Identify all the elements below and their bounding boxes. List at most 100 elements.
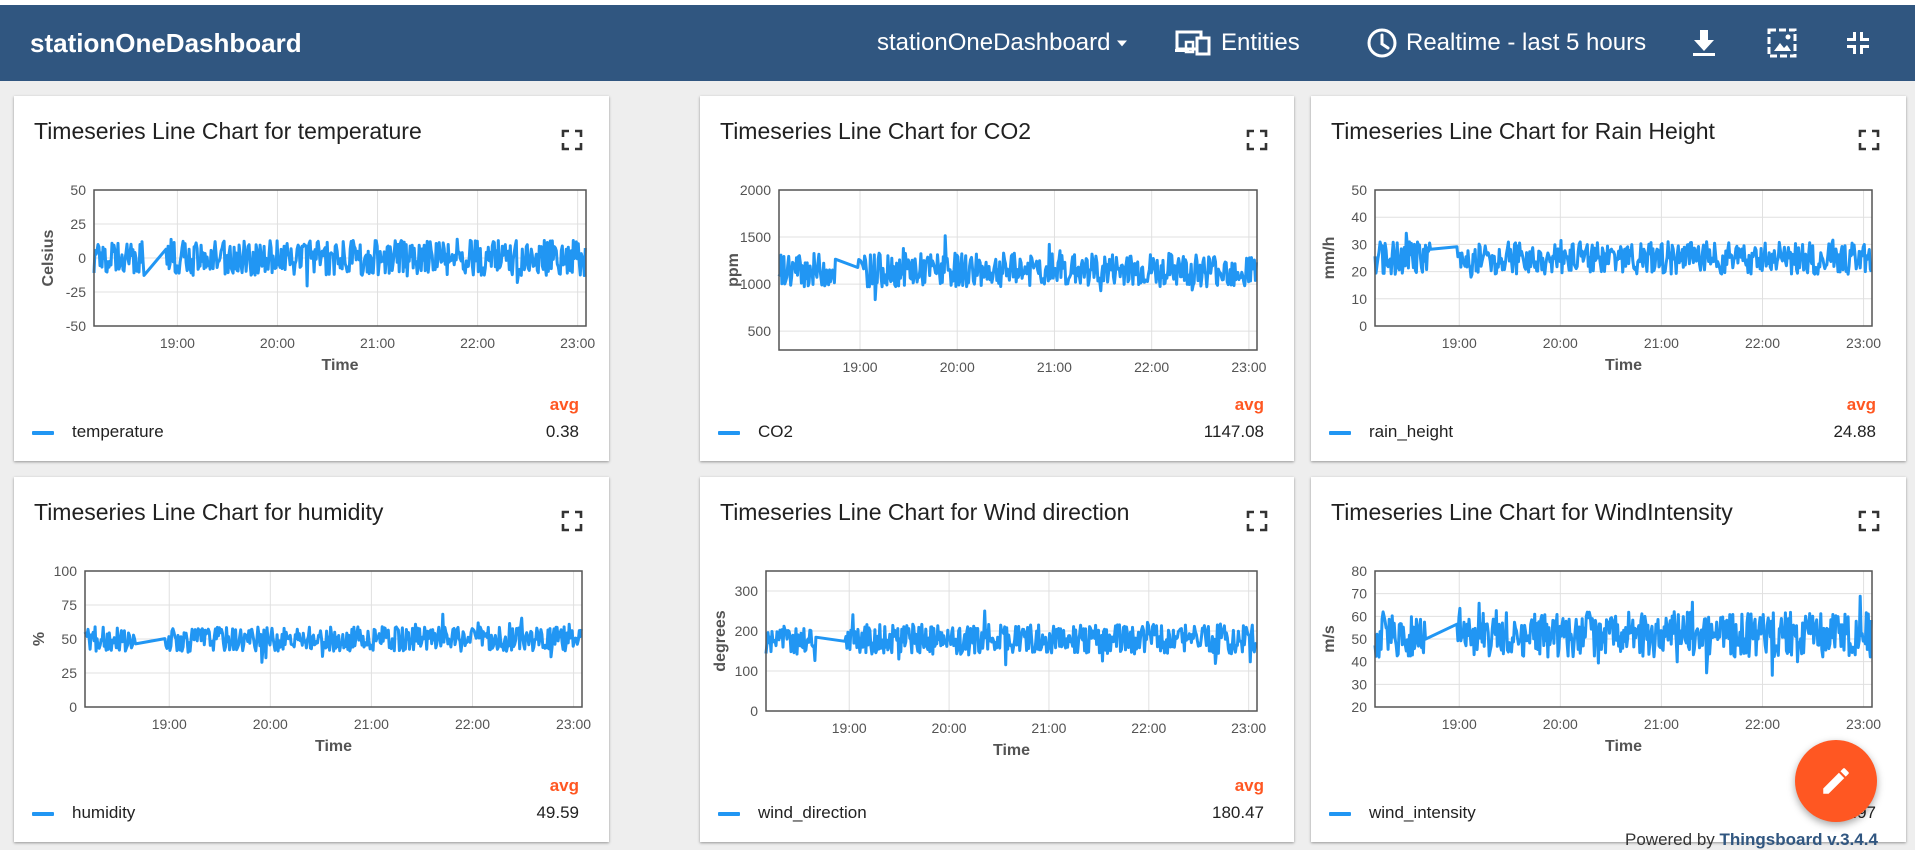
- x-tick-label: 20:00: [1543, 716, 1578, 732]
- legend-series-label[interactable]: humidity: [72, 803, 135, 823]
- y-tick-label: 1000: [740, 276, 771, 292]
- thingsboard-link[interactable]: Thingsboard v.3.4.4: [1720, 830, 1878, 849]
- x-tick-label: 21:00: [1031, 720, 1066, 736]
- x-axis-title: Time: [993, 742, 1030, 759]
- widget-card-humidity: Timeseries Line Chart for humidity 100 75 5…: [14, 477, 609, 842]
- y-tick-label: 50: [1351, 631, 1367, 647]
- y-axis-title: ppm: [725, 253, 742, 287]
- legend-avg-value: 180.47: [1212, 803, 1264, 822]
- x-tick-label: 20:00: [1543, 335, 1578, 351]
- x-tick-label: 23:00: [1231, 359, 1266, 375]
- y-tick-label: 25: [61, 665, 77, 681]
- legend-color-swatch: [1329, 431, 1351, 435]
- x-tick-label: 21:00: [1644, 335, 1679, 351]
- legend-avg-value: 0.38: [545, 422, 579, 441]
- line-chart: 300 200 100 0 19:00 20:00 21:00 22:00 23:00 degre…: [712, 570, 1266, 759]
- x-tick-label: 19:00: [1442, 716, 1477, 732]
- x-axis-title: Time: [315, 738, 352, 755]
- legend-avg-header: avg: [1234, 395, 1264, 414]
- x-axis-title: Time: [1605, 357, 1642, 374]
- x-tick-label: 19:00: [160, 335, 195, 351]
- fullscreen-exit-icon: [1847, 32, 1869, 54]
- widget-card-co2: Timeseries Line Chart for CO2 2000 1500 100…: [700, 96, 1294, 461]
- line-chart: 2000 1500 1000 500 19:00 20:00 21:00 22:00 23:00…: [725, 182, 1267, 375]
- image-export-icon: [1767, 28, 1797, 58]
- export-image-button[interactable]: [1766, 5, 1798, 81]
- legend-avg-value: 24.88: [1833, 422, 1876, 441]
- y-tick-label: 500: [748, 323, 772, 339]
- y-tick-label: 1500: [740, 229, 771, 245]
- y-tick-label: 80: [1351, 563, 1367, 579]
- x-tick-label: 22:00: [460, 335, 495, 351]
- x-tick-label: 21:00: [1644, 716, 1679, 732]
- entities-button[interactable]: Entities: [1175, 5, 1300, 81]
- legend-series-label[interactable]: CO2: [758, 422, 793, 442]
- x-tick-label: 19:00: [832, 720, 867, 736]
- legend-avg-header: avg: [549, 776, 579, 795]
- x-tick-label: 22:00: [1134, 359, 1169, 375]
- y-tick-label: 40: [1351, 209, 1367, 225]
- x-tick-label: 23:00: [1846, 716, 1881, 732]
- exit-fullscreen-button[interactable]: [1845, 5, 1871, 81]
- y-axis-title: m/s: [1321, 625, 1338, 653]
- x-tick-label: 19:00: [152, 716, 187, 732]
- x-tick-label: 21:00: [360, 335, 395, 351]
- devices-icon: [1175, 30, 1211, 56]
- y-axis-title: mm/h: [1321, 237, 1338, 280]
- y-axis-title: Celsius: [40, 229, 57, 286]
- y-tick-label: 0: [750, 703, 758, 719]
- x-tick-label: 23:00: [556, 716, 591, 732]
- x-tick-label: 21:00: [354, 716, 389, 732]
- y-tick-label: 30: [1351, 676, 1367, 692]
- line-chart: 50 40 30 20 10 0 19:00 20:00 21:00 22:00 23:00 mm/h…: [1321, 182, 1881, 374]
- y-tick-label: 10: [1351, 291, 1367, 307]
- x-tick-label: 23:00: [1846, 335, 1881, 351]
- x-tick-label: 20:00: [940, 359, 975, 375]
- legend-avg-header: avg: [1846, 395, 1876, 414]
- x-tick-label: 22:00: [1745, 335, 1780, 351]
- legend-series-label[interactable]: temperature: [72, 422, 164, 442]
- download-button[interactable]: [1690, 5, 1718, 81]
- powered-by-text: Powered by: [1625, 830, 1715, 849]
- timewindow-label: Realtime - last 5 hours: [1406, 29, 1647, 56]
- legend-series-label[interactable]: wind_direction: [758, 803, 867, 823]
- legend-series-label[interactable]: rain_height: [1369, 422, 1453, 442]
- legend-series-label[interactable]: wind_intensity: [1369, 803, 1476, 823]
- y-tick-label: 30: [1351, 236, 1367, 252]
- x-tick-label: 19:00: [1442, 335, 1477, 351]
- dashboard-select-label: stationOneDashboard: [877, 29, 1111, 56]
- x-tick-label: 20:00: [260, 335, 295, 351]
- x-tick-label: 20:00: [932, 720, 967, 736]
- y-axis-title: %: [31, 632, 48, 646]
- y-tick-label: 75: [61, 597, 77, 613]
- x-tick-label: 21:00: [1037, 359, 1072, 375]
- widget-card-temperature: Timeseries Line Chart for temperature 50 2…: [14, 96, 609, 461]
- y-tick-label: 2000: [740, 182, 771, 198]
- x-tick-label: 22:00: [1745, 716, 1780, 732]
- series-line-wind-direction: [764, 609, 1258, 667]
- line-chart: 100 75 50 25 0 19:00 20:00 21:00 22:00 23:00% Time: [31, 563, 591, 755]
- x-axis-title: Time: [321, 357, 358, 374]
- timewindow-button[interactable]: Realtime - last 5 hours: [1366, 5, 1646, 81]
- y-tick-label: 0: [78, 250, 86, 266]
- edit-dashboard-button[interactable]: [1795, 740, 1877, 822]
- y-tick-label: 40: [1351, 654, 1367, 670]
- line-chart: 80 70 60 50 40 30 20 19:00 20:00 21:00 22:00 23:00 m…: [1321, 563, 1881, 755]
- series-line-temperature: [92, 237, 587, 288]
- legend-color-swatch: [1329, 812, 1351, 816]
- y-tick-label: 50: [1351, 182, 1367, 198]
- widget-card-rain-height: Timeseries Line Chart for Rain Height 50 4…: [1311, 96, 1906, 461]
- y-tick-label: 25: [70, 216, 86, 232]
- dashboard-select[interactable]: stationOneDashboard: [877, 5, 1132, 81]
- x-tick-label: 22:00: [455, 716, 490, 732]
- series-line-wind-intensity: [1373, 594, 1873, 677]
- series-line-co2: [777, 234, 1258, 302]
- widget-card-wind-direction: Timeseries Line Chart for Wind direction…: [700, 477, 1294, 842]
- x-tick-label: 22:00: [1131, 720, 1166, 736]
- x-tick-label: 23:00: [1231, 720, 1266, 736]
- x-tick-label: 19:00: [842, 359, 877, 375]
- y-tick-label: 0: [69, 699, 77, 715]
- legend-color-swatch: [32, 812, 54, 816]
- y-tick-label: 0: [1359, 318, 1367, 334]
- y-tick-label: 100: [54, 563, 78, 579]
